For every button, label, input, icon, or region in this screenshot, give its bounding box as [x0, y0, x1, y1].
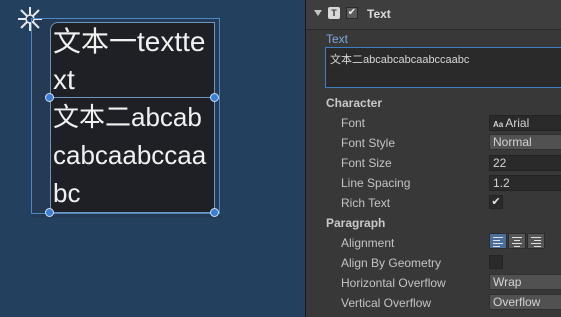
- font-size-label: Font Size: [341, 156, 392, 170]
- text-field-label: Text: [326, 32, 349, 46]
- text-object-two-content: 文本二abcabcabcaabccaabc: [53, 102, 207, 208]
- font-size-input[interactable]: 22: [489, 155, 561, 171]
- align-by-geometry-label: Align By Geometry: [341, 256, 442, 270]
- align-right-icon[interactable]: [527, 233, 545, 249]
- alignment-label: Alignment: [341, 236, 395, 250]
- font-field[interactable]: Aa Arial: [489, 115, 561, 131]
- character-section-header[interactable]: Character: [326, 96, 382, 110]
- font-label: Font: [341, 116, 366, 130]
- vertical-overflow-dropdown[interactable]: Overflow: [489, 294, 561, 310]
- rect-handle-top-left[interactable]: [45, 93, 54, 102]
- text-object-one-content: 文本一texttext: [53, 26, 206, 95]
- align-left-icon[interactable]: [489, 233, 507, 249]
- horizontal-overflow-dropdown[interactable]: Wrap: [489, 274, 561, 290]
- text-component-icon: T: [328, 7, 340, 19]
- line-spacing-label: Line Spacing: [341, 176, 411, 190]
- font-value: Arial: [505, 116, 530, 130]
- scene-view[interactable]: 文本一texttext 文本二abcabcabcaabccaabc: [0, 0, 305, 317]
- text-content-area[interactable]: 文本二abcabcabcaabccaabc: [325, 47, 561, 88]
- rect-handle-bottom-right[interactable]: [210, 208, 219, 217]
- paragraph-section-header[interactable]: Paragraph: [326, 216, 385, 230]
- rect-handle-bottom-left[interactable]: [45, 208, 54, 217]
- foldout-arrow-icon[interactable]: [314, 10, 322, 16]
- font-style-label: Font Style: [341, 136, 396, 150]
- vertical-overflow-label: Vertical Overflow: [341, 296, 432, 310]
- align-center-icon[interactable]: [508, 233, 526, 249]
- line-spacing-input[interactable]: 1.2: [489, 175, 561, 191]
- component-header[interactable]: T ✔ Text: [306, 0, 561, 30]
- inspector-panel: T ✔ Text Text 文本二abcabcabcaabccaabc Char…: [305, 0, 561, 317]
- text-object-one[interactable]: 文本一texttext: [50, 22, 215, 98]
- align-by-geometry-checkbox[interactable]: [489, 255, 503, 269]
- component-title: Text: [367, 7, 391, 21]
- text-object-two[interactable]: 文本二abcabcabcaabccaabc: [50, 97, 215, 213]
- horizontal-overflow-label: Horizontal Overflow: [341, 276, 446, 290]
- rich-text-checkbox[interactable]: ✔: [489, 195, 503, 209]
- rect-handle-top-right[interactable]: [210, 93, 219, 102]
- font-style-dropdown[interactable]: Normal: [489, 134, 561, 150]
- font-asset-icon: Aa: [493, 120, 504, 129]
- rich-text-label: Rich Text: [341, 196, 391, 210]
- component-enabled-checkbox[interactable]: ✔: [346, 7, 358, 19]
